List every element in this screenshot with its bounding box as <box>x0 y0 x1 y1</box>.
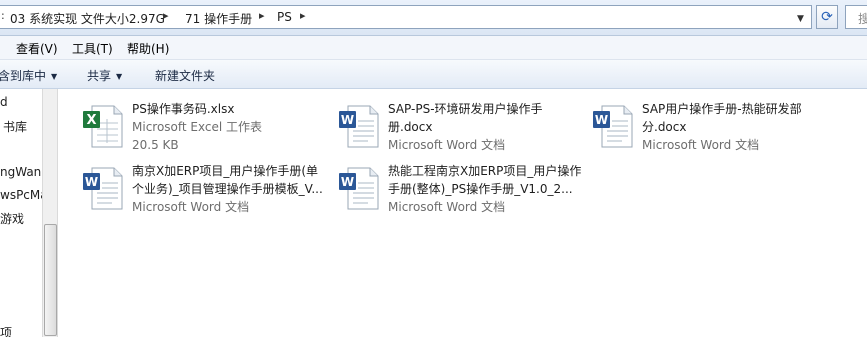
breadcrumb-item[interactable]: 03 系统实现 文件大小2.97G <box>10 10 165 27</box>
refresh-icon: ⟳ <box>821 9 833 25</box>
svg-text:X: X <box>86 113 96 128</box>
excel-icon: X <box>83 105 123 148</box>
breadcrumb-item[interactable]: PS <box>277 10 292 24</box>
menu-bar: 查看(V) 工具(T) 帮助(H) <box>0 36 867 60</box>
address-bar[interactable]: : 03 系统实现 文件大小2.97G ▸ 71 操作手册 ▸ PS ▸ ▼ <box>0 5 812 29</box>
menu-view[interactable]: 查看(V) <box>16 40 58 57</box>
file-item[interactable]: W 南京X加ERP项目_用户操作手册(单个业务)_项目管理操作手册模板_V...… <box>80 161 330 219</box>
file-type: Microsoft Word 文档 <box>388 138 506 152</box>
file-name: 南京X加ERP项目_用户操作手册(单个业务)_项目管理操作手册模板_V... <box>132 164 323 196</box>
file-type: Microsoft Excel 工作表 <box>132 120 263 134</box>
navigation-scrollbar[interactable] <box>42 89 58 337</box>
nav-item[interactable]: d <box>0 95 8 109</box>
include-in-library-button[interactable]: 含到库中 ▼ <box>0 67 57 84</box>
search-placeholder: 搜 <box>858 12 867 26</box>
command-toolbar: 含到库中 ▼ 共享 ▼ 新建文件夹 <box>0 60 867 89</box>
chevron-right-icon[interactable]: ▸ <box>300 9 306 22</box>
file-name: PS操作事务码.xlsx <box>132 102 235 116</box>
word-icon: W <box>83 167 123 210</box>
chevron-down-icon[interactable]: ▼ <box>797 14 804 24</box>
nav-item[interactable]: 项 <box>0 324 12 337</box>
nav-item-games[interactable]: 游戏 <box>0 210 24 227</box>
file-item[interactable]: W SAP-PS-环境研发用户操作手册.docx Microsoft Word … <box>336 99 586 157</box>
file-type: Microsoft Word 文档 <box>642 138 760 152</box>
address-bar-row: : 03 系统实现 文件大小2.97G ▸ 71 操作手册 ▸ PS ▸ ▼ ⟳… <box>0 0 867 36</box>
svg-text:W: W <box>85 175 98 189</box>
menu-tools[interactable]: 工具(T) <box>72 40 113 57</box>
svg-text:W: W <box>595 113 608 127</box>
file-size: 20.5 KB <box>132 138 179 152</box>
file-item[interactable]: W 热能工程南京X加ERP项目_用户操作手册(整体)_PS操作手册_V1.0_2… <box>336 161 586 219</box>
breadcrumb-item[interactable]: 71 操作手册 <box>185 10 252 27</box>
menu-help[interactable]: 帮助(H) <box>127 40 169 57</box>
share-label: 共享 <box>87 69 112 83</box>
word-icon: W <box>339 167 379 210</box>
share-button[interactable]: 共享 ▼ <box>87 67 122 84</box>
file-type: Microsoft Word 文档 <box>132 200 250 214</box>
chevron-right-icon[interactable]: ▸ <box>259 9 265 22</box>
file-item[interactable]: X PS操作事务码.xlsx Microsoft Excel 工作表 20.5 … <box>80 99 330 157</box>
chevron-down-icon: ▼ <box>116 72 123 81</box>
scrollbar-thumb[interactable] <box>44 224 57 336</box>
include-in-library-label: 含到库中 <box>0 69 47 83</box>
file-name: SAP用户操作手册-热能研发部分.docx <box>642 102 802 134</box>
nav-item-library[interactable]: 书库 <box>3 118 27 135</box>
file-type: Microsoft Word 文档 <box>388 200 506 214</box>
new-folder-button[interactable]: 新建文件夹 <box>155 67 215 84</box>
file-list: X PS操作事务码.xlsx Microsoft Excel 工作表 20.5 … <box>58 89 867 337</box>
file-name: 热能工程南京X加ERP项目_用户操作手册(整体)_PS操作手册_V1.0_2..… <box>388 164 582 196</box>
svg-text:W: W <box>341 113 354 127</box>
svg-text:W: W <box>341 175 354 189</box>
nav-item[interactable]: wsPcMa <box>0 188 42 202</box>
word-icon: W <box>339 105 379 148</box>
file-item[interactable]: W SAP用户操作手册-热能研发部分.docx Microsoft Word 文… <box>590 99 840 157</box>
refresh-button[interactable]: ⟳ <box>816 5 838 29</box>
nav-item[interactable]: ngWan <box>0 165 41 179</box>
chevron-right-icon[interactable]: ▸ <box>163 9 169 22</box>
chevron-down-icon: ▼ <box>51 72 58 81</box>
search-input[interactable]: 搜 <box>845 5 867 29</box>
file-name: SAP-PS-环境研发用户操作手册.docx <box>388 102 543 134</box>
navigation-pane: d 书库 ngWan wsPcMa 游戏 项 <box>0 89 42 337</box>
word-icon: W <box>593 105 633 148</box>
breadcrumb-separator[interactable]: : <box>1 9 5 22</box>
